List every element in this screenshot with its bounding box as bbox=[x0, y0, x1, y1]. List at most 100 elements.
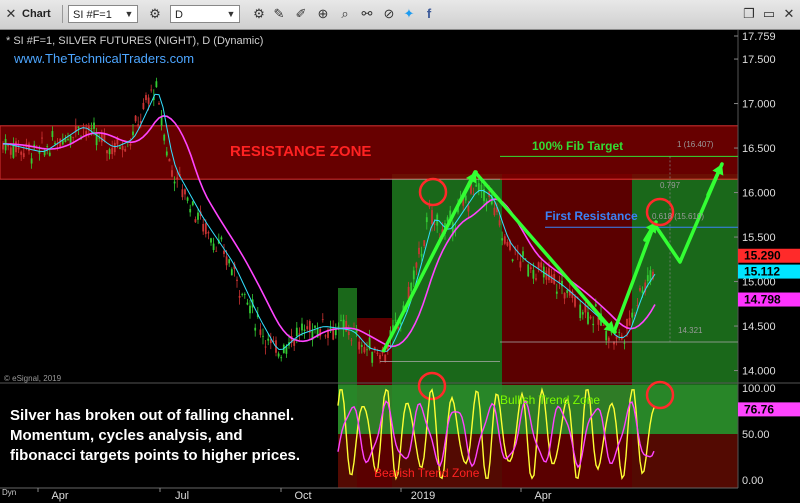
candle-body bbox=[340, 320, 342, 321]
chart-toolbar: ✕ Chart SI #F=1 ▼ ⚙ D ▼ ⚙ ✎ ✐ ⊕ ⌕ ⚯ ⊘ ✦ … bbox=[0, 0, 800, 30]
link-icon[interactable]: ⚯ bbox=[358, 5, 376, 23]
candle-body bbox=[220, 237, 223, 240]
zoom-icon[interactable]: ⌕ bbox=[336, 5, 354, 23]
price-tag: 15.290 bbox=[744, 249, 781, 263]
website-label: www.TheTechnicalTraders.com bbox=[13, 51, 194, 66]
pencil-icon[interactable]: ✎ bbox=[270, 5, 288, 23]
candle-body bbox=[41, 137, 43, 139]
candle-body bbox=[46, 146, 49, 147]
candle-body bbox=[376, 352, 379, 354]
candle-body bbox=[254, 327, 257, 331]
candle-body bbox=[173, 181, 176, 184]
settings-icon[interactable]: ⚙ bbox=[250, 5, 268, 23]
price-chart[interactable]: 17.75917.50017.00016.50016.00015.50015.0… bbox=[0, 30, 800, 503]
candle-body bbox=[241, 294, 244, 295]
candle-body bbox=[506, 241, 509, 246]
drawing-icon[interactable]: ⊕ bbox=[314, 5, 332, 23]
fib-level-0797-label: 0.797 bbox=[660, 181, 681, 190]
candle-body bbox=[132, 131, 134, 136]
candle-body bbox=[594, 304, 597, 307]
candle-body bbox=[194, 219, 197, 223]
toolbar-divider bbox=[62, 5, 63, 23]
fib-level-1-label: 1 (16.407) bbox=[677, 140, 714, 149]
candle-body bbox=[67, 139, 69, 140]
candle-body bbox=[191, 201, 194, 206]
pencil-icon[interactable]: ✐ bbox=[292, 5, 310, 23]
candle-body bbox=[602, 325, 605, 326]
candle-body bbox=[262, 335, 264, 337]
candle-body bbox=[77, 126, 80, 128]
candle-body bbox=[501, 238, 504, 241]
candle-body bbox=[503, 236, 506, 244]
watermark: © eSignal, 2019 bbox=[4, 374, 62, 383]
candle-body bbox=[410, 283, 413, 292]
candle-body bbox=[641, 290, 644, 293]
candle-body bbox=[9, 147, 12, 155]
candle-body bbox=[433, 223, 436, 225]
osc-tag: 76.76 bbox=[744, 402, 774, 416]
candle-body bbox=[163, 134, 166, 141]
candle-body bbox=[350, 340, 353, 342]
candle-body bbox=[592, 323, 595, 326]
tag-icon[interactable]: ⊘ bbox=[380, 5, 398, 23]
candle-body bbox=[646, 275, 649, 282]
candle-body bbox=[121, 146, 124, 151]
candle-body bbox=[259, 329, 262, 335]
candle-body bbox=[480, 184, 483, 191]
candle-body bbox=[321, 319, 324, 321]
candle-body bbox=[64, 138, 67, 143]
osc-side-label: Dyn bbox=[2, 488, 16, 497]
candle-body bbox=[303, 329, 306, 331]
candle-body bbox=[59, 138, 62, 149]
candle-body bbox=[212, 243, 215, 251]
x-tick-label: Apr bbox=[534, 490, 551, 502]
candle-body bbox=[587, 312, 589, 324]
chevron-down-icon[interactable]: ▼ bbox=[120, 5, 138, 23]
candle-body bbox=[54, 142, 56, 145]
y-tick-label: 16.000 bbox=[742, 188, 776, 200]
candle-body bbox=[165, 151, 168, 156]
candle-body bbox=[186, 197, 189, 201]
candle-body bbox=[160, 116, 163, 126]
chevron-down-icon[interactable]: ▼ bbox=[222, 5, 240, 23]
candle-body bbox=[475, 184, 478, 187]
candle-body bbox=[72, 136, 75, 138]
candle-body bbox=[38, 151, 41, 154]
y-tick-label: 17.000 bbox=[742, 99, 776, 111]
candle-body bbox=[90, 128, 93, 130]
minimize-icon[interactable]: ▭ bbox=[760, 5, 778, 23]
settings-icon[interactable]: ⚙ bbox=[146, 5, 164, 23]
x-tick-label: Jul bbox=[175, 490, 189, 502]
twitter-icon[interactable]: ✦ bbox=[400, 5, 418, 23]
candle-body bbox=[15, 141, 17, 153]
facebook-icon[interactable]: f bbox=[420, 5, 438, 23]
restore-icon[interactable]: ❐ bbox=[740, 5, 758, 23]
candle-body bbox=[129, 144, 132, 146]
candle-body bbox=[124, 148, 127, 152]
first-resistance-label: First Resistance bbox=[545, 209, 638, 223]
candle-body bbox=[589, 316, 592, 319]
candle-body bbox=[628, 317, 631, 326]
candle-body bbox=[230, 269, 233, 276]
chart-menu-label[interactable]: Chart bbox=[22, 5, 51, 23]
close-icon[interactable]: ✕ bbox=[2, 5, 20, 23]
y-tick-label: 17.500 bbox=[742, 54, 776, 66]
candle-body bbox=[298, 333, 301, 335]
candle-body bbox=[519, 261, 522, 268]
fib-level-low-label: 14.321 bbox=[678, 326, 703, 335]
resistance-zone-label: RESISTANCE ZONE bbox=[230, 143, 371, 160]
candle-body bbox=[142, 102, 145, 110]
candle-body bbox=[347, 331, 350, 336]
y-tick-label: 17.759 bbox=[742, 31, 776, 43]
candle-body bbox=[394, 319, 397, 321]
candle-body bbox=[111, 147, 114, 155]
candle-body bbox=[184, 189, 186, 195]
candle-body bbox=[548, 268, 550, 281]
candle-body bbox=[527, 264, 530, 277]
fib-level-0618-label: 0.618 (15.610) bbox=[652, 212, 704, 221]
close-window-icon[interactable]: ✕ bbox=[780, 5, 798, 23]
candle-body bbox=[511, 259, 514, 262]
candle-body bbox=[155, 81, 158, 88]
candle-body bbox=[371, 351, 374, 363]
osc-tick-label: 50.00 bbox=[742, 429, 770, 441]
